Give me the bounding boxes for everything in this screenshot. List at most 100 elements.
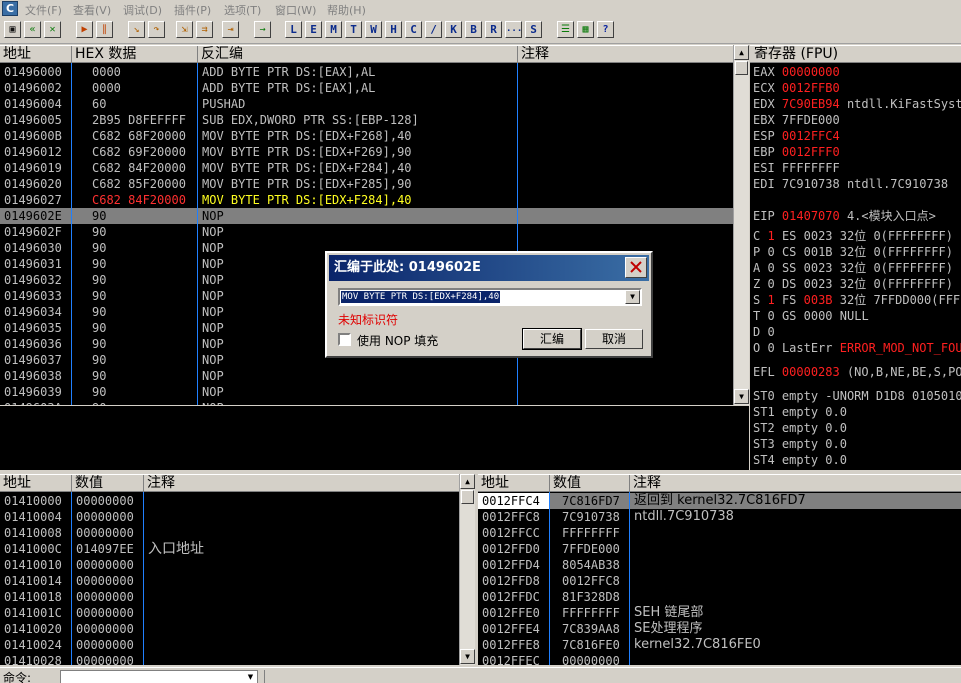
stack-row[interactable]: 0012FFEC 00000000: [478, 653, 961, 665]
help-icon[interactable]: ?: [597, 21, 614, 38]
col-disassembly[interactable]: 反汇编: [198, 46, 518, 63]
registers-pane[interactable]: 寄存器 (FPU) EAX 00000000 ECX 0012FFB0 EDX …: [750, 45, 961, 470]
disasm-row[interactable]: 01496005 2B95 D8FEFFFF SUB EDX,DWORD PTR S…: [0, 112, 733, 128]
efl-row[interactable]: EFL 00000283 (NO,B,NE,BE,S,PO,L,LE): [753, 364, 961, 380]
fpu-row[interactable]: ST4 empty 0.0: [753, 452, 847, 468]
stack-row[interactable]: 0012FFC4 7C816FD7 返回到 kernel32.7C816FD7: [478, 493, 961, 509]
dump-col-comment[interactable]: 注释: [144, 475, 459, 492]
stack-row[interactable]: 0012FFC8 7C910738 ntdll.7C910738: [478, 509, 961, 525]
toolbar-source-button[interactable]: S: [525, 21, 542, 38]
step-into-icon[interactable]: ↘: [128, 21, 145, 38]
toolbar-callstack-button[interactable]: K: [445, 21, 462, 38]
dump-row[interactable]: 0141000C 014097EE 入口地址: [0, 541, 459, 557]
stack-row[interactable]: 0012FFD4 8054AB38: [478, 557, 961, 573]
register-row[interactable]: EBX 7FFDE000: [753, 112, 840, 128]
disassembly-scrollbar[interactable]: ▲ ▼: [733, 45, 749, 405]
stack-row[interactable]: 0012FFE0 FFFFFFFF SEH 链尾部: [478, 605, 961, 621]
menu-plugins[interactable]: 插件(P): [174, 2, 211, 18]
toolbar-breakpoints-button[interactable]: B: [465, 21, 482, 38]
app-icon[interactable]: C: [2, 1, 18, 16]
dump-row[interactable]: 01410018 00000000: [0, 589, 459, 605]
scroll-down-icon[interactable]: ▼: [460, 649, 475, 664]
disasm-row[interactable]: 0149600B C682 68F20000 MOV BYTE PTR DS:[ED…: [0, 128, 733, 144]
disasm-row[interactable]: 0149603A 90 NOP: [0, 400, 733, 405]
menu-file[interactable]: 文件(F): [25, 2, 62, 18]
col-hex[interactable]: HEX 数据: [72, 46, 198, 63]
flag-row[interactable]: C 1 ES 0023 32位 0(FFFFFFFF): [753, 228, 953, 244]
chevron-down-icon[interactable]: ▼: [625, 290, 640, 304]
toolbar-cpu-button[interactable]: C: [405, 21, 422, 38]
toolbar-handles-button[interactable]: H: [385, 21, 402, 38]
flag-row[interactable]: T 0 GS 0000 NULL: [753, 308, 869, 324]
restart-icon[interactable]: «: [24, 21, 41, 38]
toolbar-modules-button[interactable]: E: [305, 21, 322, 38]
disasm-row[interactable]: 01496000 0000 ADD BYTE PTR DS:[EAX],AL: [0, 64, 733, 80]
close-icon[interactable]: [625, 257, 647, 278]
register-row[interactable]: ESI FFFFFFFF: [753, 160, 840, 176]
toolbar-windows-button[interactable]: W: [365, 21, 382, 38]
menu-options[interactable]: 选项(T): [224, 2, 261, 18]
stack-row[interactable]: 0012FFE4 7C839AA8 SE处理程序: [478, 621, 961, 637]
stack-pane[interactable]: 地址 数值 注释 0012FFC4 7C816FD7 返回到 kernel32.7C…: [478, 474, 961, 665]
flag-row[interactable]: D 0: [753, 324, 775, 340]
run-icon[interactable]: ▶: [76, 21, 93, 38]
grid-view-icon[interactable]: ▦: [577, 21, 594, 38]
disasm-row[interactable]: 01496039 90 NOP: [0, 384, 733, 400]
dump-row[interactable]: 01410014 00000000: [0, 573, 459, 589]
disasm-row[interactable]: 0149602E 90 NOP: [0, 208, 733, 224]
toolbar-run-trace-button[interactable]: ...: [505, 21, 522, 38]
scroll-up-icon[interactable]: ▲: [460, 474, 475, 489]
scroll-thumb[interactable]: [735, 61, 748, 75]
toolbar-log-button[interactable]: L: [285, 21, 302, 38]
disasm-row[interactable]: 01496027 C682 84F20000 MOV BYTE PTR DS:[ED…: [0, 192, 733, 208]
open-file-icon[interactable]: ▣: [4, 21, 21, 38]
list-view-icon[interactable]: ☰: [557, 21, 574, 38]
dump-row[interactable]: 01410024 00000000: [0, 637, 459, 653]
assemble-button[interactable]: 汇编: [522, 328, 582, 350]
dump-pane[interactable]: 地址 数值 注释 01410000 00000000 01410004 0000000…: [0, 474, 459, 665]
trace-over-icon[interactable]: ⇉: [196, 21, 213, 38]
toolbar-memory-button[interactable]: M: [325, 21, 342, 38]
scroll-up-icon[interactable]: ▲: [734, 45, 749, 60]
dump-row[interactable]: 01410004 00000000: [0, 509, 459, 525]
command-input[interactable]: ▼: [60, 670, 258, 683]
stack-col-address[interactable]: 地址: [478, 475, 550, 492]
col-comment[interactable]: 注释: [518, 46, 733, 63]
toolbar-patches-button[interactable]: /: [425, 21, 442, 38]
dump-row[interactable]: 01410000 00000000: [0, 493, 459, 509]
menu-help[interactable]: 帮助(H): [327, 2, 366, 18]
dump-col-address[interactable]: 地址: [0, 475, 72, 492]
disasm-row[interactable]: 01496020 C682 85F20000 MOV BYTE PTR DS:[ED…: [0, 176, 733, 192]
stack-row[interactable]: 0012FFD8 0012FFC8: [478, 573, 961, 589]
close-program-icon[interactable]: ✕: [44, 21, 61, 38]
stack-col-value[interactable]: 数值: [550, 475, 630, 492]
menu-window[interactable]: 窗口(W): [275, 2, 316, 18]
col-address[interactable]: 地址: [0, 46, 72, 63]
flag-row[interactable]: O 0 LastErr ERROR_MOD_NOT_FOUND: [753, 340, 961, 356]
dump-row[interactable]: 01410008 00000000: [0, 525, 459, 541]
execute-till-return-icon[interactable]: ⇥: [222, 21, 239, 38]
nop-fill-checkbox[interactable]: [338, 333, 351, 346]
scroll-down-icon[interactable]: ▼: [734, 389, 749, 404]
dump-row[interactable]: 01410020 00000000: [0, 621, 459, 637]
flag-row[interactable]: Z 0 DS 0023 32位 0(FFFFFFFF): [753, 276, 953, 292]
register-row[interactable]: EDI 7C910738 ntdll.7C910738: [753, 176, 948, 192]
disasm-row[interactable]: 01496012 C682 69F20000 MOV BYTE PTR DS:[ED…: [0, 144, 733, 160]
fpu-row[interactable]: ST5 empty 0.0: [753, 468, 847, 470]
register-row[interactable]: EIP 01407070 4.<模块入口点>: [753, 208, 936, 224]
menu-view[interactable]: 查看(V): [73, 2, 111, 18]
disasm-row[interactable]: 0149602F 90 NOP: [0, 224, 733, 240]
flag-row[interactable]: A 0 SS 0023 32位 0(FFFFFFFF): [753, 260, 953, 276]
dialog-titlebar[interactable]: 汇编于此处: 0149602E: [329, 255, 649, 281]
command-dropdown-icon[interactable]: ▼: [244, 671, 257, 683]
register-row[interactable]: EBP 0012FFF0: [753, 144, 840, 160]
dump-row[interactable]: 01410028 00000000: [0, 653, 459, 665]
disasm-row[interactable]: 01496038 90 NOP: [0, 368, 733, 384]
fpu-row[interactable]: ST1 empty 0.0: [753, 404, 847, 420]
dump-row[interactable]: 01410010 00000000: [0, 557, 459, 573]
dump-row[interactable]: 0141001C 00000000: [0, 605, 459, 621]
nop-fill-label[interactable]: 使用 NOP 填充: [357, 332, 438, 349]
disasm-row[interactable]: 01496004 60 PUSHAD: [0, 96, 733, 112]
fpu-row[interactable]: ST0 empty -UNORM D1D8 01050104 0065006E: [753, 388, 961, 404]
assemble-input[interactable]: MOV BYTE PTR DS:[EDX+F284],40 ▼: [338, 288, 642, 306]
